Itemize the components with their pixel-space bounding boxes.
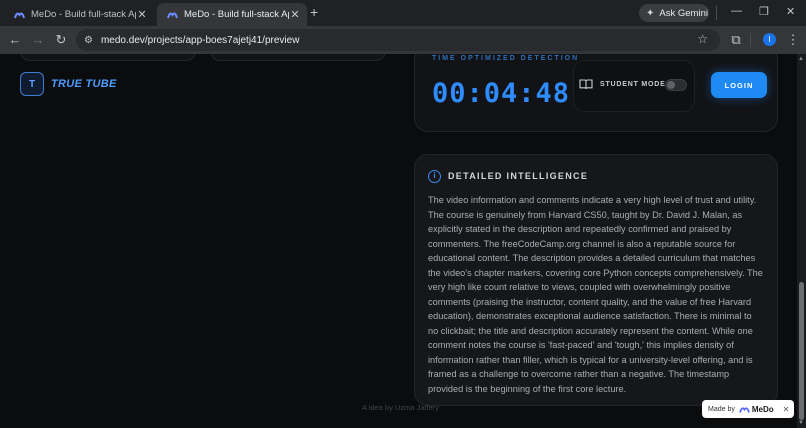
divider bbox=[750, 33, 751, 47]
close-badge-icon[interactable]: ✕ bbox=[783, 405, 790, 414]
restore-icon[interactable]: ❐ bbox=[759, 5, 769, 18]
made-by-brand: MeDo bbox=[751, 404, 774, 414]
intelligence-title: DETAILED INTELLIGENCE bbox=[448, 171, 589, 181]
info-icon: i bbox=[428, 170, 441, 183]
reload-icon[interactable]: ↻ bbox=[53, 32, 69, 48]
close-tab-icon[interactable]: ✕ bbox=[289, 8, 301, 21]
app-logo[interactable]: T TRUE TUBE bbox=[20, 72, 117, 96]
browser-toolbar: ← → ↻ ⚙ medo.dev/projects/app-boes7ajetj… bbox=[0, 26, 806, 54]
scroll-down-icon[interactable]: ▼ bbox=[798, 420, 804, 426]
toggle-knob bbox=[667, 81, 675, 89]
made-by-badge[interactable]: Made by MeDo ✕ bbox=[702, 400, 794, 418]
url-text[interactable]: medo.dev/projects/app-boes7ajetj41/previ… bbox=[101, 35, 299, 46]
browser-tab-active[interactable]: MeDo - Build full-stack Apps W ✕ bbox=[157, 3, 307, 26]
site-info-icon[interactable]: ⚙ bbox=[84, 35, 93, 46]
scroll-thumb[interactable] bbox=[799, 282, 804, 420]
made-by-prefix: Made by bbox=[708, 405, 735, 413]
scroll-up-icon[interactable]: ▲ bbox=[798, 56, 804, 62]
student-mode-label: STUDENT MODE bbox=[600, 81, 666, 88]
logo-mark-icon: T bbox=[20, 72, 44, 96]
divider bbox=[716, 6, 717, 20]
close-tab-icon[interactable]: ✕ bbox=[136, 8, 148, 21]
medo-favicon-icon bbox=[167, 12, 178, 18]
ask-gemini-label: Ask Gemini bbox=[659, 7, 708, 19]
time-value: 00:04:48 bbox=[432, 78, 571, 109]
time-label: TIME OPTIMIZED DETECTION bbox=[432, 55, 580, 62]
tab-search-icon[interactable]: ⧉ bbox=[728, 32, 744, 48]
intelligence-body: The video information and comments indic… bbox=[428, 195, 763, 394]
menu-dots-icon[interactable]: ⋮ bbox=[785, 32, 801, 48]
bookmark-star-icon[interactable]: ☆ bbox=[697, 32, 708, 46]
login-button[interactable]: LOGIN bbox=[711, 72, 767, 98]
profile-avatar[interactable]: I bbox=[763, 33, 776, 46]
medo-favicon-icon bbox=[14, 12, 25, 18]
ask-gemini-button[interactable]: ✦ Ask Gemini bbox=[639, 4, 709, 22]
gemini-sparkle-icon: ✦ bbox=[646, 7, 655, 19]
forward-icon[interactable]: → bbox=[30, 32, 46, 48]
page-scrollbar[interactable]: ▲ ▼ bbox=[797, 54, 806, 428]
back-icon[interactable]: ← bbox=[7, 32, 23, 48]
logo-text: TRUE TUBE bbox=[51, 78, 117, 90]
minimize-icon[interactable]: — bbox=[731, 5, 742, 17]
page-viewport: T TRUE TUBE TIME OPTIMIZED DETECTION 00:… bbox=[0, 54, 797, 428]
top-card-left bbox=[20, 54, 196, 61]
student-mode-toggle[interactable] bbox=[665, 79, 687, 91]
tab-title: MeDo - Build full-stack Apps Wi bbox=[31, 9, 136, 20]
top-card-middle bbox=[210, 54, 386, 61]
new-tab-icon[interactable]: + bbox=[310, 5, 324, 19]
medo-logo-icon bbox=[738, 406, 750, 413]
tab-strip: MeDo - Build full-stack Apps Wi ✕ MeDo -… bbox=[0, 0, 806, 26]
browser-tab[interactable]: MeDo - Build full-stack Apps Wi ✕ bbox=[4, 3, 154, 26]
book-icon bbox=[579, 79, 593, 90]
address-bar[interactable]: ⚙ medo.dev/projects/app-boes7ajetj41/pre… bbox=[76, 29, 720, 51]
close-window-icon[interactable]: ✕ bbox=[786, 5, 795, 18]
footer-credit: A idea by Uzma Jaffery bbox=[362, 403, 439, 412]
tab-title: MeDo - Build full-stack Apps W bbox=[184, 9, 289, 20]
